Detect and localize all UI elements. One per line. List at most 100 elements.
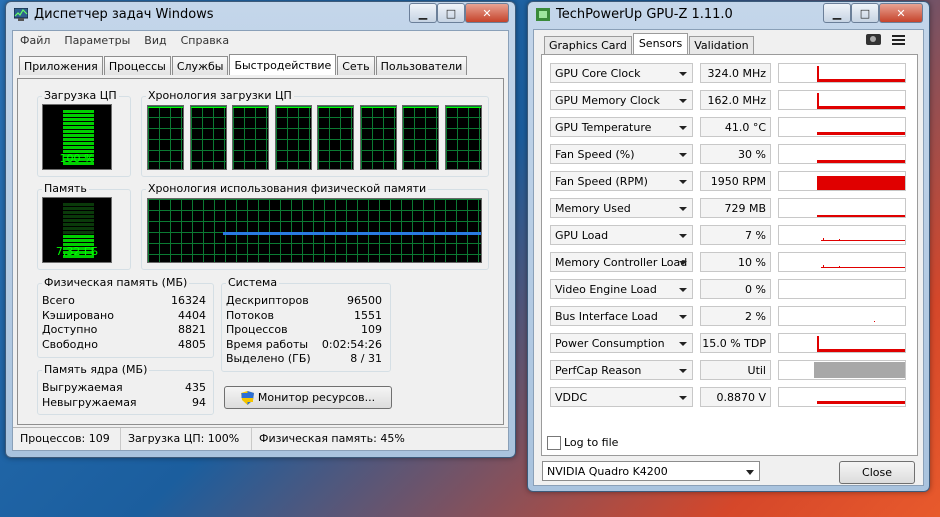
sensor-name-dropdown[interactable]: GPU Load (550, 225, 693, 245)
chevron-down-icon (679, 342, 687, 346)
screenshot-camera-icon[interactable] (866, 34, 881, 45)
sensor-graph (778, 279, 906, 299)
system-group: Система Дескрипторов 96500 Потоков 1551 Пр… (221, 276, 391, 372)
phys-row-free: Свободно 4805 (42, 337, 206, 351)
menu-options[interactable]: Параметры (57, 31, 137, 51)
sensor-graph (778, 144, 906, 164)
physical-memory-group: Физическая память (МБ) Всего 16324 Кэширо… (37, 276, 214, 358)
sensor-row: Fan Speed (RPM) 1950 RPM (550, 171, 906, 193)
cpu-core-graph (444, 105, 482, 170)
phys-row-cached: Кэшировано 4404 (42, 308, 206, 322)
tab-graphics-card[interactable]: Graphics Card (544, 36, 632, 54)
log-to-file-label: Log to file (564, 436, 619, 449)
chevron-down-icon (679, 153, 687, 157)
sensor-name: Video Engine Load (555, 283, 657, 296)
tab-validation[interactable]: Validation (689, 36, 754, 54)
chevron-down-icon (679, 180, 687, 184)
cpu-usage-value: 100 % (59, 152, 95, 165)
gpuz-close-dialog-button[interactable]: Close (839, 461, 915, 484)
meter-segment (63, 130, 94, 133)
cpu-core-line (318, 107, 353, 108)
sensor-name-dropdown[interactable]: GPU Core Clock (550, 63, 693, 83)
sensor-name-dropdown[interactable]: Power Consumption (550, 333, 693, 353)
meter-segment (63, 239, 94, 242)
meter-segment (63, 231, 94, 234)
meter-segment (63, 207, 94, 210)
tab-users[interactable]: Пользователи (375, 56, 468, 75)
sensor-graph (778, 63, 906, 83)
gpuz-window: TechPowerUp GPU-Z 1.11.0 ▁ □ ✕ Graphics … (527, 1, 930, 492)
sensor-name: Memory Controller Load (555, 256, 688, 269)
menu-view[interactable]: Вид (137, 31, 173, 51)
sensor-row: Fan Speed (%) 30 % (550, 144, 906, 166)
maximize-icon: □ (445, 6, 457, 20)
sensor-name-dropdown[interactable]: Bus Interface Load (550, 306, 693, 326)
chevron-down-icon (679, 315, 687, 319)
gpu-select-dropdown[interactable]: NVIDIA Quadro K4200 (542, 461, 760, 481)
resource-monitor-button[interactable]: Монитор ресурсов... (224, 386, 392, 409)
sensor-name-dropdown[interactable]: PerfCap Reason (550, 360, 693, 380)
tab-network[interactable]: Сеть (337, 56, 375, 75)
cpu-core-line (360, 107, 396, 108)
sys-row-uptime: Время работы 0:02:54:26 (226, 337, 382, 351)
gpuz-close-button[interactable]: ✕ (879, 3, 923, 23)
gpuz-titlebar[interactable]: TechPowerUp GPU-Z 1.11.0 ▁ □ ✕ (528, 2, 929, 28)
sensor-row: GPU Memory Clock 162.0 MHz (550, 90, 906, 112)
resource-monitor-label: Монитор ресурсов... (257, 391, 376, 404)
cpu-usage-group: Загрузка ЦП 100 % (37, 89, 131, 177)
sys-row-threads: Потоков 1551 (226, 308, 382, 322)
sensor-name-dropdown[interactable]: Video Engine Load (550, 279, 693, 299)
sys-row-handles: Дескрипторов 96500 (226, 294, 382, 307)
chevron-down-icon (679, 126, 687, 130)
sensor-name-dropdown[interactable]: Memory Used (550, 198, 693, 218)
tab-services[interactable]: Службы (171, 56, 229, 75)
tab-applications[interactable]: Приложения (19, 56, 103, 75)
meter-segment (63, 110, 94, 113)
sensor-graph-mark (874, 321, 875, 322)
cpu-core-graph (402, 105, 439, 170)
tab-processes[interactable]: Процессы (103, 56, 171, 75)
memory-history-label: Хронология использования физической памя… (146, 182, 429, 195)
menu-hamburger-icon[interactable] (892, 35, 905, 45)
gpuz-client: Graphics Card Sensors Validation GPU Cor… (533, 29, 924, 486)
memory-history-graph (147, 198, 482, 263)
sensor-name-dropdown[interactable]: GPU Temperature (550, 117, 693, 137)
menu-file[interactable]: Файл (13, 31, 57, 51)
gpuz-title: TechPowerUp GPU-Z 1.11.0 (556, 7, 733, 22)
sensor-row: VDDC 0.8870 V (550, 387, 906, 409)
kernel-memory-group: Память ядра (МБ) Выгружаемая 435 Невыгруж… (37, 363, 214, 415)
sensor-row: PerfCap Reason Util (550, 360, 906, 382)
sensor-name-dropdown[interactable]: VDDC (550, 387, 693, 407)
task-manager-titlebar[interactable]: Диспетчер задач Windows ▁ □ ✕ (6, 2, 515, 28)
sys-row-commit: Выделено (ГБ) 8 / 31 (226, 352, 382, 365)
log-to-file-checkbox[interactable] (547, 436, 561, 450)
minimize-button[interactable]: ▁ (409, 3, 437, 23)
sensor-name-dropdown[interactable]: GPU Memory Clock (550, 90, 693, 110)
sensor-name-dropdown[interactable]: Fan Speed (%) (550, 144, 693, 164)
sensor-graph (778, 171, 906, 191)
sensor-value: Util (700, 360, 771, 380)
window-title: Диспетчер задач Windows (34, 7, 214, 22)
gpuz-tab-strip: Graphics Card Sensors Validation (544, 33, 755, 54)
sensor-value: 0 % (700, 279, 771, 299)
sensor-row: Power Consumption 15.0 % TDP (550, 333, 906, 355)
close-button[interactable]: ✕ (465, 3, 509, 23)
tab-performance[interactable]: Быстродействие (229, 54, 337, 75)
sensor-graph-mark (823, 238, 824, 240)
tab-sensors[interactable]: Sensors (632, 33, 689, 54)
menu-help[interactable]: Справка (174, 31, 236, 51)
maximize-button[interactable]: □ (437, 3, 465, 23)
sensor-name-dropdown[interactable]: Memory Controller Load (550, 252, 693, 272)
gpuz-maximize-button[interactable]: □ (851, 3, 879, 23)
sensor-name: GPU Core Clock (555, 67, 641, 80)
sensor-name-dropdown[interactable]: Fan Speed (RPM) (550, 171, 693, 191)
system-table: Дескрипторов 96500 Потоков 1551 Процессов 1… (226, 294, 382, 367)
status-bar: Процессов: 109 Загрузка ЦП: 100% Физичес… (13, 427, 508, 450)
meter-segment (63, 227, 94, 230)
sensor-row: GPU Core Clock 324.0 MHz (550, 63, 906, 85)
meter-segment (63, 122, 94, 125)
task-manager-client: Файл Параметры Вид Справка Приложения Пр… (12, 30, 509, 451)
maximize-icon: □ (859, 6, 871, 20)
gpuz-minimize-button[interactable]: ▁ (823, 3, 851, 23)
kernel-memory-table: Выгружаемая 435 Невыгружаемая 94 (42, 381, 206, 410)
